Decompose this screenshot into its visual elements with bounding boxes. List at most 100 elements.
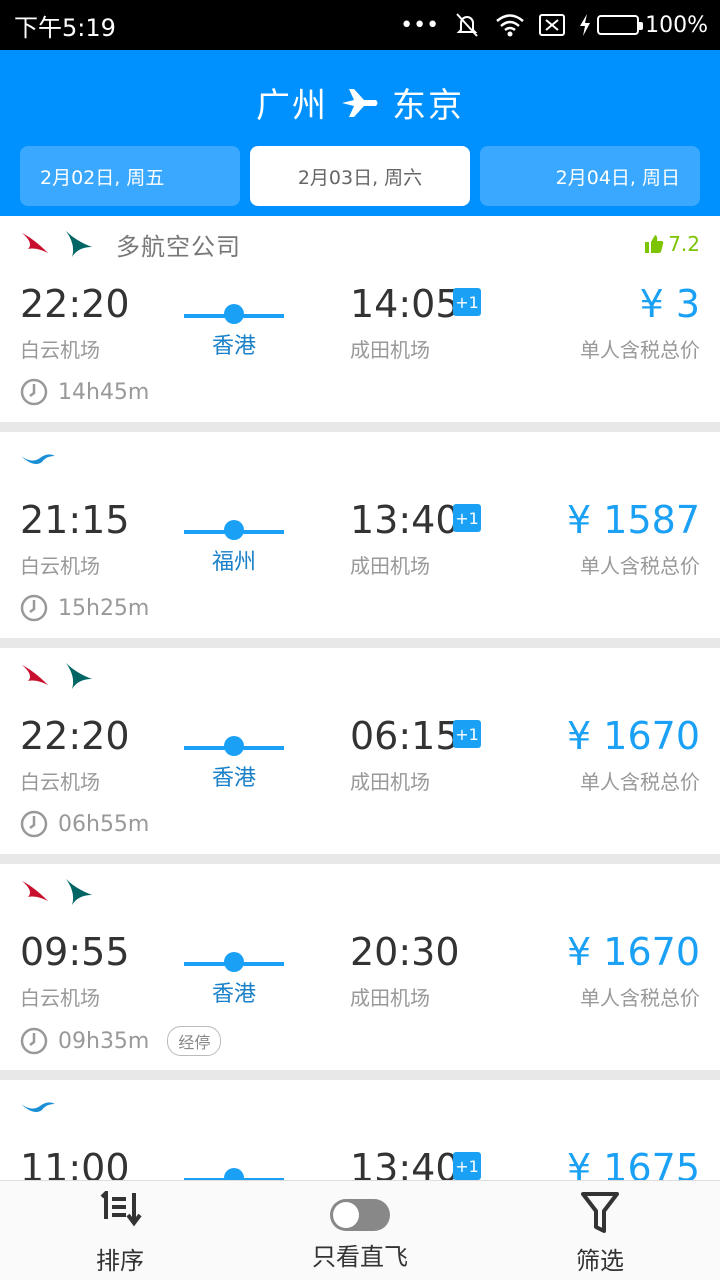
sort-icon — [100, 1191, 142, 1227]
clock-icon — [20, 1027, 48, 1055]
arrival-airport: 成田机场 — [350, 986, 430, 1010]
clock-icon — [20, 378, 48, 406]
flight-card[interactable]: 22:20 白云机场 香港 06:15 +1 成田机场 ¥ 1670 单人含税总… — [0, 648, 720, 854]
departure-airport: 白云机场 — [20, 554, 100, 578]
airline-name: 多航空公司 — [116, 232, 241, 261]
status-icons: ••• 100% — [400, 12, 708, 38]
date-tab-label: 2月02日, 周五 — [40, 166, 165, 189]
arrival-airport: 成田机场 — [350, 770, 430, 794]
green-swoosh-icon — [66, 663, 92, 689]
stopover-badge: 经停 — [167, 1026, 222, 1056]
next-day-badge: +1 — [453, 504, 481, 532]
airline-row — [20, 1090, 56, 1126]
stop-city: 福州 — [211, 550, 256, 575]
departure-time: 11:00 — [20, 1146, 130, 1180]
toggle-switch[interactable] — [330, 1199, 390, 1231]
duration-value: 06h55m — [58, 811, 150, 837]
date-tabs: 2月02日, 周五 2月03日, 周六 2月04日, 周日 — [20, 146, 700, 206]
airline-row — [20, 442, 56, 478]
no-sim-icon — [539, 14, 566, 36]
stop-city: 香港 — [211, 334, 256, 359]
price-label: 单人含税总价 — [580, 986, 700, 1010]
price: ¥ 1675 — [567, 1146, 700, 1180]
clock-icon — [20, 810, 48, 838]
flight-card[interactable]: 21:15 白云机场 福州 13:40 +1 成田机场 ¥ 1587 单人含税总… — [0, 432, 720, 638]
stop-city: 香港 — [211, 982, 256, 1007]
departure-airport: 白云机场 — [20, 986, 100, 1010]
battery-icon — [597, 15, 644, 35]
airline-row — [20, 658, 94, 694]
direct-only-toggle[interactable]: 只看直飞 — [240, 1181, 480, 1280]
red-swoosh-icon — [22, 233, 48, 253]
departure-time: 22:20 — [20, 282, 130, 326]
airplane-icon — [342, 88, 378, 117]
red-swoosh-icon — [22, 881, 48, 901]
arrival-time: 20:30 — [350, 930, 460, 974]
mute-icon — [453, 12, 481, 38]
stop-dot — [224, 304, 244, 324]
status-time: 下午5:19 — [14, 13, 116, 42]
next-day-badge: +1 — [453, 288, 481, 316]
xiamen-bird-icon — [21, 1102, 55, 1112]
flight-card[interactable]: 09:55 白云机场 香港 20:30 成田机场 ¥ 1670 单人含税总价 0… — [0, 864, 720, 1070]
date-tab-prev[interactable]: 2月02日, 周五 — [20, 146, 240, 206]
green-swoosh-icon — [66, 879, 92, 905]
departure-time: 09:55 — [20, 930, 130, 974]
flight-card[interactable]: 11:00 13:40 +1 ¥ 1675 — [0, 1080, 720, 1180]
duration: 14h45m — [20, 378, 149, 406]
arrival-time: 14:05 — [350, 282, 460, 326]
header: 广州 东京 2月02日, 周五 2月03日, 周六 2月04日, 周日 — [0, 50, 720, 216]
arrival-airport: 成田机场 — [350, 554, 430, 578]
price-label: 单人含税总价 — [580, 770, 700, 794]
price-label: 单人含税总价 — [580, 338, 700, 362]
filter-button[interactable]: 筛选 — [480, 1181, 720, 1280]
sort-button[interactable]: 排序 — [0, 1181, 240, 1280]
departure-time: 21:15 — [20, 498, 130, 542]
rating-value: 7.2 — [668, 232, 700, 256]
stop-dot — [224, 736, 244, 756]
rating: 7.2 — [644, 232, 700, 256]
duration-value: 09h35m — [58, 1028, 150, 1054]
stop-dot — [224, 952, 244, 972]
airline-row — [20, 874, 94, 910]
departure-time: 22:20 — [20, 714, 130, 758]
date-tab-label: 2月04日, 周日 — [555, 166, 680, 189]
green-swoosh-icon — [66, 231, 92, 257]
filter-label: 筛选 — [576, 1247, 624, 1275]
next-day-badge: +1 — [453, 1152, 481, 1180]
price: ¥ 1587 — [567, 498, 700, 542]
destination-city: 东京 — [392, 86, 464, 126]
more-dots-icon: ••• — [400, 12, 440, 38]
route-title: 广州 东京 — [0, 78, 720, 127]
departure-airport: 白云机场 — [20, 770, 100, 794]
price: ¥ 1670 — [567, 930, 700, 974]
price: ¥ 3 — [639, 282, 700, 326]
arrival-time: 06:15 — [350, 714, 460, 758]
stop-dot — [224, 1168, 244, 1180]
flight-card[interactable]: 多航空公司 7.2 22:20 白云机场 香港 14:05 +1 成田机场 ¥ … — [0, 216, 720, 422]
filter-icon — [581, 1192, 619, 1233]
arrival-time: 13:40 — [350, 1146, 460, 1180]
price-label: 单人含税总价 — [580, 554, 700, 578]
wifi-icon — [495, 13, 525, 37]
direct-only-label: 只看直飞 — [312, 1243, 408, 1271]
red-swoosh-icon — [22, 665, 48, 685]
date-tab-label: 2月03日, 周六 — [297, 166, 423, 189]
arrival-time: 13:40 — [350, 498, 460, 542]
arrival-airport: 成田机场 — [350, 338, 430, 362]
stop-city: 香港 — [211, 766, 256, 791]
battery-percent: 100% — [645, 12, 708, 38]
charging-icon — [580, 14, 591, 36]
date-tab-next[interactable]: 2月04日, 周日 — [480, 146, 700, 206]
flight-list: 多航空公司 7.2 22:20 白云机场 香港 14:05 +1 成田机场 ¥ … — [0, 216, 720, 1180]
status-bar: 下午5:19 ••• 100% — [0, 0, 720, 50]
price: ¥ 1670 — [567, 714, 700, 758]
app-root: 下午5:19 ••• 100% 广州 东京 2月02日, 周五 2月03日, 周… — [0, 0, 720, 1280]
xiamen-bird-icon — [21, 454, 55, 464]
duration-value: 15h25m — [58, 595, 150, 621]
duration: 09h35m 经停 — [20, 1026, 222, 1056]
bottom-toolbar: 排序 只看直飞 筛选 — [0, 1180, 720, 1280]
airline-row: 多航空公司 — [20, 226, 241, 262]
date-tab-selected[interactable]: 2月03日, 周六 — [250, 146, 470, 206]
sort-label: 排序 — [96, 1247, 144, 1275]
